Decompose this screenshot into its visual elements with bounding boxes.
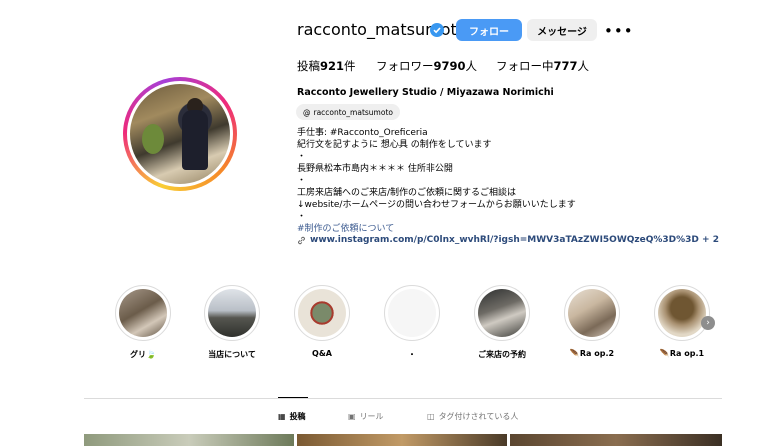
highlight-item[interactable]: ・ [382,285,442,360]
highlight-item[interactable]: グリ🍃 [113,285,173,360]
following-number: 777 [553,59,578,73]
bio-line: ↓website/ホームページの問い合わせフォームからお願いいたします [297,200,576,210]
posts-count: 投稿921件 [297,58,356,74]
tabs-divider [84,398,722,399]
avatar-figure [182,110,208,170]
tab-tagged-label: タグ付けされている人 [438,412,519,421]
highlight-cover [119,289,167,337]
posts-prefix: 投稿 [297,59,320,73]
posts-suffix: 件 [344,59,356,73]
highlight-ring [294,285,350,341]
following-prefix: フォロー中 [496,59,554,73]
tagged-icon: ◫ [427,412,435,421]
verified-badge-icon [430,23,444,37]
followers-link[interactable]: フォロワー9790人 [376,58,477,74]
more-options-icon[interactable]: ••• [604,22,634,40]
external-link-text: www.instagram.com/p/C0lnx_wvhRl/?igsh=MW… [310,235,719,245]
external-link[interactable]: www.instagram.com/p/C0lnx_wvhRl/?igsh=MW… [297,235,719,245]
highlight-ring [474,285,530,341]
tab-posts[interactable]: ▦ 投稿 [278,411,306,422]
followers-prefix: フォロワー [376,59,434,73]
highlight-ring [115,285,171,341]
tab-reels[interactable]: ▣ リール [348,411,384,422]
highlight-label: 🪶Ra op.2 [569,349,615,358]
highlight-label: ご来店の予約 [478,350,526,359]
bio-hashtag-link[interactable]: #制作のご依頼について [297,221,394,234]
followers-number: 9790 [433,59,466,73]
post-thumbnail[interactable] [84,434,294,446]
highlight-label: 当店について [208,350,256,359]
highlight-item[interactable]: 当店について [202,285,262,360]
avatar-plant [142,124,164,154]
follow-button[interactable]: フォロー [456,19,522,41]
highlight-ring [384,285,440,341]
following-suffix: 人 [577,59,590,73]
profile-avatar[interactable] [123,77,237,191]
post-thumbnail[interactable] [297,434,507,446]
tab-posts-label: 投稿 [289,412,306,421]
following-link[interactable]: フォロー中777人 [496,58,589,74]
highlight-cover [568,289,616,337]
reels-icon: ▣ [348,412,356,421]
bio-line: 紀行文を記すように 想心具 の制作をしています [297,140,492,150]
tab-tagged[interactable]: ◫ タグ付けされている人 [427,411,518,422]
posts-number: 921 [320,59,345,73]
highlight-next-arrow-icon[interactable]: › [701,316,715,330]
bio-line: 長野県松本市島内＊＊＊＊ 住所非公開 [297,164,453,174]
profile-full-name: Racconto Jewellery Studio / Miyazawa Nor… [297,87,554,98]
active-tab-indicator [278,397,308,398]
highlight-ring [564,285,620,341]
highlight-label: Q&A [312,349,332,358]
highlight-cover [478,289,526,337]
threads-icon: @ [303,107,311,117]
highlight-ring [654,285,710,341]
message-button[interactable]: メッセージ [527,19,597,41]
highlight-cover [298,289,346,337]
tab-reels-label: リール [359,412,384,421]
post-thumbnail[interactable] [510,434,722,446]
highlight-item[interactable]: ご来店の予約 [472,285,532,360]
highlight-ring [204,285,260,341]
highlight-cover [388,289,436,337]
avatar-photo [130,84,230,184]
avatar-border [127,81,233,187]
highlight-cover [208,289,256,337]
highlight-item[interactable]: 🪶Ra op.2 [562,285,622,358]
highlight-cover [658,289,706,337]
highlight-item[interactable]: Q&A [292,285,352,358]
grid-icon: ▦ [278,412,286,421]
highlight-label: グリ🍃 [130,350,156,359]
followers-suffix: 人 [465,59,478,73]
threads-link[interactable]: @ racconto_matsumoto [296,104,400,120]
highlight-label: ・ [408,350,416,359]
highlight-label: 🪶Ra op.1 [659,349,705,358]
link-icon [298,236,305,244]
threads-handle: racconto_matsumoto [313,107,393,117]
